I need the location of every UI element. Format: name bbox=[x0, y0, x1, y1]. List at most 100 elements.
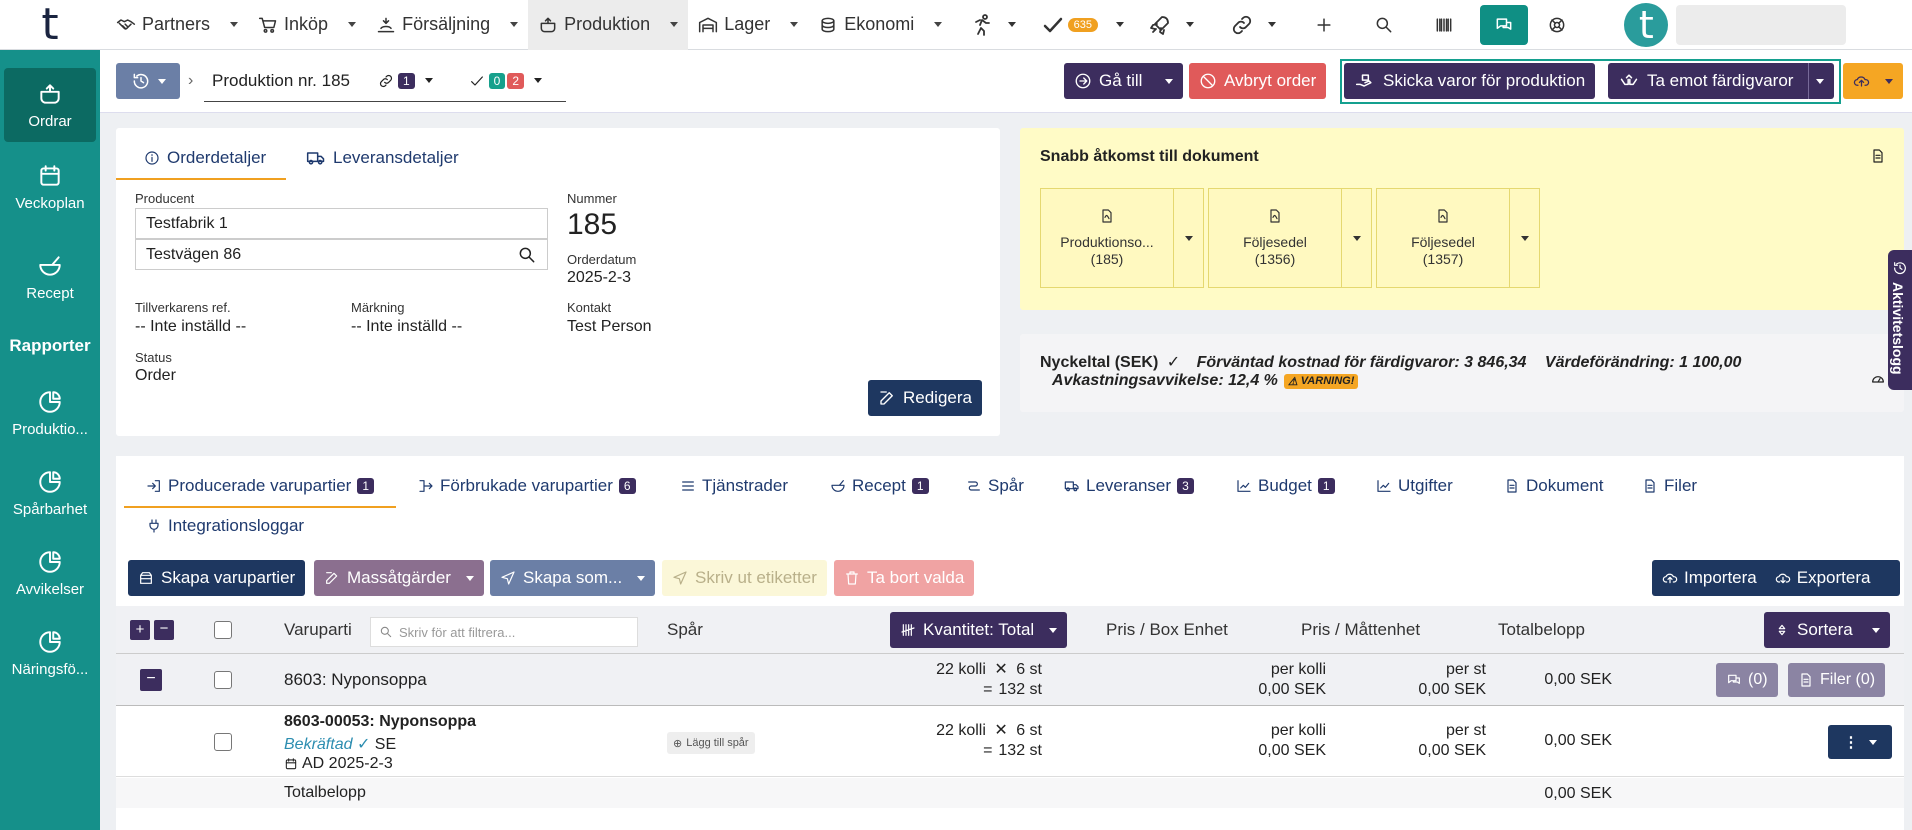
doc-card-delivery-note-2[interactable]: Följesedel (1357) bbox=[1376, 188, 1540, 288]
nav-production[interactable]: Produktion bbox=[528, 0, 689, 50]
tab-label: Integrationsloggar bbox=[168, 516, 305, 535]
tab-documents[interactable]: Dokument bbox=[1504, 476, 1603, 496]
search-icon[interactable] bbox=[517, 245, 537, 265]
batch-state-line: Bekräftad ✓ SE bbox=[284, 734, 396, 754]
avatar[interactable]: t bbox=[1624, 2, 1669, 47]
info-icon bbox=[145, 151, 159, 165]
cart-icon bbox=[258, 17, 277, 33]
doc-open[interactable]: Produktionso... (185) bbox=[1041, 189, 1173, 287]
print-labels-button[interactable]: Skriv ut etiketter bbox=[662, 560, 827, 596]
tab-files[interactable]: Filer bbox=[1642, 476, 1697, 496]
doc-dropdown[interactable] bbox=[1509, 189, 1539, 287]
doc-card-delivery-note-1[interactable]: Följesedel (1356) bbox=[1208, 188, 1372, 288]
doc-name: Produktionso... bbox=[1060, 233, 1154, 250]
sort-icon bbox=[1778, 624, 1786, 636]
cloud-upload-button[interactable] bbox=[1843, 63, 1903, 99]
link-icon bbox=[1233, 15, 1252, 34]
barcode-button[interactable] bbox=[1414, 0, 1474, 50]
tab-budget[interactable]: Budget 1 bbox=[1236, 476, 1335, 496]
hands-icon bbox=[1620, 74, 1638, 86]
tab-produced-batches[interactable]: Producerade varupartier 1 bbox=[146, 476, 375, 496]
tasks-badge: 635 bbox=[1067, 17, 1098, 32]
order-number: 185 bbox=[567, 208, 618, 241]
new-button[interactable] bbox=[1294, 0, 1354, 50]
producer-address-field[interactable]: Testvägen 86 bbox=[135, 239, 548, 270]
tab-label: Filer bbox=[1664, 476, 1698, 495]
nav-inventory[interactable]: Lager bbox=[688, 0, 808, 50]
collapse-all-button[interactable]: − bbox=[154, 620, 174, 640]
doc-dropdown[interactable] bbox=[1341, 189, 1371, 287]
search-button[interactable] bbox=[1354, 0, 1414, 50]
table-row: 8603-00053: Nyponsoppa Bekräftad ✓ SE AD… bbox=[116, 707, 1904, 777]
user-name-blurred[interactable] bbox=[1676, 4, 1847, 45]
row-checkbox[interactable] bbox=[214, 733, 232, 751]
nav-purchasing[interactable]: Inköp bbox=[248, 0, 366, 50]
create-batches-button[interactable]: Skapa varupartier bbox=[128, 560, 306, 596]
document-icon[interactable] bbox=[1870, 148, 1886, 164]
doc-open[interactable]: Följesedel (1357) bbox=[1377, 189, 1509, 287]
doc-open[interactable]: Följesedel (1356) bbox=[1209, 189, 1341, 287]
help-button[interactable] bbox=[1534, 0, 1580, 50]
hand-box-icon bbox=[1355, 74, 1372, 87]
nav-sales[interactable]: Försäljning bbox=[366, 0, 528, 50]
quick-access-panel: Snabb åtkomst till dokument Produktionso… bbox=[1020, 128, 1904, 310]
activity-log-tab[interactable]: Aktivitetslogg bbox=[1888, 250, 1912, 390]
tab-integration-logs[interactable]: Integrationsloggar bbox=[146, 516, 304, 536]
app-logo[interactable]: t bbox=[0, 0, 100, 50]
batch-date: AD 2025-2-3 bbox=[302, 755, 393, 772]
order-breadcrumb[interactable]: Produktion nr. 185 1 0 2 bbox=[204, 60, 566, 102]
sidebar-report-production[interactable]: Produktio... bbox=[4, 376, 96, 450]
rocket-icon bbox=[1150, 15, 1170, 35]
export-button[interactable]: Exportera bbox=[1767, 560, 1879, 596]
sidebar-report-nutrition[interactable]: Näringsfö... bbox=[4, 616, 96, 690]
row-actions-button[interactable]: ⋮ bbox=[1828, 725, 1892, 759]
collapse-group-button[interactable]: − bbox=[140, 669, 162, 691]
sidebar-item-recipes[interactable]: Recept bbox=[4, 240, 96, 314]
create-as-button[interactable]: Skapa som... bbox=[490, 560, 656, 596]
sort-button[interactable]: Sortera bbox=[1764, 612, 1890, 648]
doc-card-production-order[interactable]: Produktionso... (185) bbox=[1040, 188, 1204, 288]
expand-all-button[interactable]: + bbox=[130, 620, 150, 640]
sidebar-report-deviations[interactable]: Avvikelser bbox=[4, 536, 96, 610]
group-comments-button[interactable]: (0) bbox=[1716, 663, 1778, 697]
nav-activities[interactable] bbox=[952, 0, 1034, 50]
nav-launch[interactable] bbox=[1130, 0, 1212, 50]
mass-actions-button[interactable]: Massåtgärder bbox=[314, 560, 484, 596]
sidebar-item-orders[interactable]: Ordrar bbox=[4, 68, 96, 142]
gauge-icon[interactable] bbox=[1870, 370, 1886, 386]
nav-tasks[interactable]: 635 bbox=[1034, 0, 1130, 50]
group-files-button[interactable]: Filer (0) bbox=[1788, 663, 1886, 697]
cancel-order-button[interactable]: Avbryt order bbox=[1189, 63, 1327, 99]
delete-selected-button[interactable]: Ta bort valda bbox=[834, 560, 975, 596]
tab-consumed-batches[interactable]: Förbrukade varupartier 6 bbox=[418, 476, 636, 496]
edit-button[interactable]: Redigera bbox=[868, 380, 982, 416]
quantity-mode-button[interactable]: Kvantitet: Total bbox=[890, 612, 1068, 648]
goto-button[interactable]: Gå till bbox=[1064, 63, 1184, 99]
batch-name[interactable]: 8603-00053: Nyponsoppa bbox=[284, 713, 476, 731]
import-button[interactable]: Importera bbox=[1652, 560, 1767, 596]
tab-delivery-details[interactable]: Leveransdetaljer bbox=[306, 148, 459, 168]
tally-icon bbox=[901, 624, 915, 636]
tab-traces[interactable]: Spår bbox=[966, 476, 1024, 496]
nav-partners[interactable]: Partners bbox=[106, 0, 248, 50]
producer-name-field[interactable]: Testfabrik 1 bbox=[135, 208, 548, 239]
sidebar-item-weekplan[interactable]: Veckoplan bbox=[4, 150, 96, 224]
tab-recipe[interactable]: Recept 1 bbox=[830, 476, 929, 496]
send-goods-button[interactable]: Skicka varor för produktion bbox=[1344, 63, 1596, 99]
tab-expenses[interactable]: Utgifter bbox=[1376, 476, 1453, 496]
nav-economy[interactable]: Ekonomi bbox=[808, 0, 952, 50]
batch-filter-input[interactable]: Skriv för att filtrera... bbox=[370, 617, 638, 647]
group-checkbox[interactable] bbox=[214, 671, 232, 689]
chat-button[interactable] bbox=[1480, 4, 1529, 45]
doc-dropdown[interactable] bbox=[1173, 189, 1203, 287]
add-trace-button[interactable]: ⊕ Lägg till spår bbox=[667, 732, 755, 754]
sidebar-item-label: Veckoplan bbox=[15, 194, 85, 212]
nav-links[interactable] bbox=[1212, 0, 1294, 50]
sidebar-report-traceability[interactable]: Spårbarhet bbox=[4, 456, 96, 530]
history-button[interactable] bbox=[116, 63, 180, 99]
select-all-checkbox[interactable] bbox=[214, 621, 232, 639]
tab-service-lines[interactable]: Tjänstrader bbox=[680, 476, 788, 496]
receive-goods-button[interactable]: Ta emot färdigvaror bbox=[1608, 63, 1835, 99]
tab-deliveries[interactable]: Leveranser 3 bbox=[1064, 476, 1194, 496]
tab-order-details[interactable]: Orderdetaljer bbox=[144, 148, 266, 168]
